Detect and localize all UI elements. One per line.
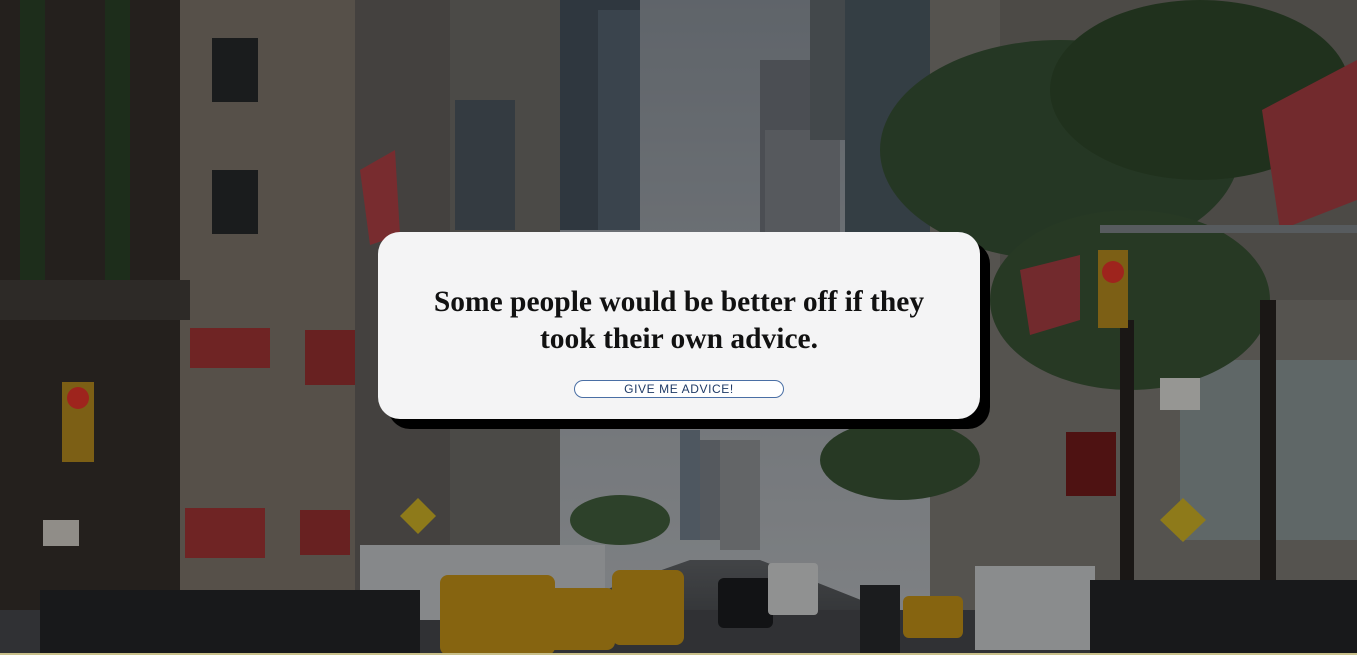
advice-quote: Some people would be better off if they … xyxy=(433,286,925,355)
page: Some people would be better off if they … xyxy=(0,0,1357,655)
give-me-advice-button[interactable]: GIVE ME ADVICE! xyxy=(574,380,784,398)
advice-card: Some people would be better off if they … xyxy=(378,232,980,419)
